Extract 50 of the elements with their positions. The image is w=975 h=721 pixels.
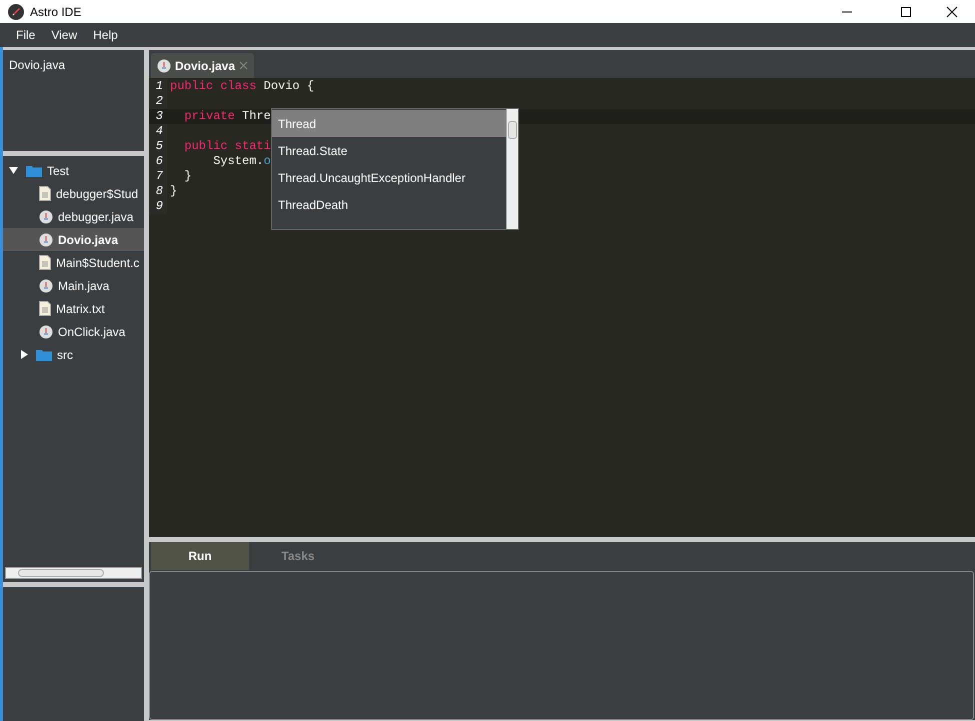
line-number: 4 (149, 124, 167, 139)
line-number: 8 (149, 184, 167, 199)
line-number: 2 (149, 94, 167, 109)
document-icon (39, 255, 51, 270)
java-file-icon (39, 278, 53, 292)
document-icon (39, 186, 51, 201)
code-line: public stati (183, 139, 271, 154)
line-number: 6 (149, 154, 167, 169)
vertical-scrollbar[interactable] (506, 109, 518, 229)
code-line: } (183, 169, 192, 184)
expand-arrow-icon[interactable] (21, 350, 28, 359)
tree-item[interactable]: debugger$Stud (3, 182, 144, 205)
folder-icon (36, 348, 52, 361)
suggestion-item[interactable]: Thread (272, 110, 506, 137)
line-number: 5 (149, 139, 167, 154)
java-file-icon (39, 210, 53, 224)
menu-item[interactable]: File (8, 24, 44, 46)
tree-item[interactable]: debugger.java (3, 205, 144, 228)
panel-tab[interactable]: Run (151, 542, 249, 570)
folder-icon (26, 164, 42, 177)
code-line: private Thre (183, 109, 271, 124)
line-number: 9 (149, 199, 167, 214)
document-icon (39, 301, 51, 316)
tree-item[interactable]: OnClick.java (3, 320, 144, 343)
java-file-icon (39, 232, 53, 246)
tree-item[interactable]: Main$Student.c (3, 251, 144, 274)
tree-item[interactable]: src (3, 343, 144, 366)
horizontal-scrollbar[interactable] (5, 567, 142, 579)
suggestion-item[interactable]: ThreadDeath (272, 191, 506, 218)
java-file-icon (157, 58, 171, 72)
maximize-icon (900, 6, 912, 18)
window-title: Astro IDE (30, 4, 82, 20)
menu-item[interactable]: Help (85, 24, 126, 46)
suggestion-item[interactable]: Thread.UncaughtExceptionHandler (272, 164, 506, 191)
line-number: 1 (149, 79, 167, 94)
java-file-icon (39, 324, 53, 338)
code-line: public class Dovio { (169, 79, 314, 94)
tree-item[interactable]: Test (3, 159, 144, 182)
line-number: 7 (149, 169, 167, 184)
tree-item[interactable]: Matrix.txt (3, 297, 144, 320)
code-line: System.o (212, 154, 271, 169)
editor-tab[interactable]: Dovio.java (151, 53, 254, 78)
open-file-item[interactable]: Dovio.java (9, 56, 138, 74)
tree-item[interactable]: Dovio.java (3, 228, 144, 251)
collapse-arrow-icon[interactable] (9, 167, 18, 174)
suggestion-item[interactable]: Thread.State (272, 137, 506, 164)
close-icon (946, 6, 958, 18)
code-line: } (169, 184, 178, 199)
menu-item[interactable]: View (43, 24, 86, 46)
tree-item[interactable]: Main.java (3, 274, 144, 297)
